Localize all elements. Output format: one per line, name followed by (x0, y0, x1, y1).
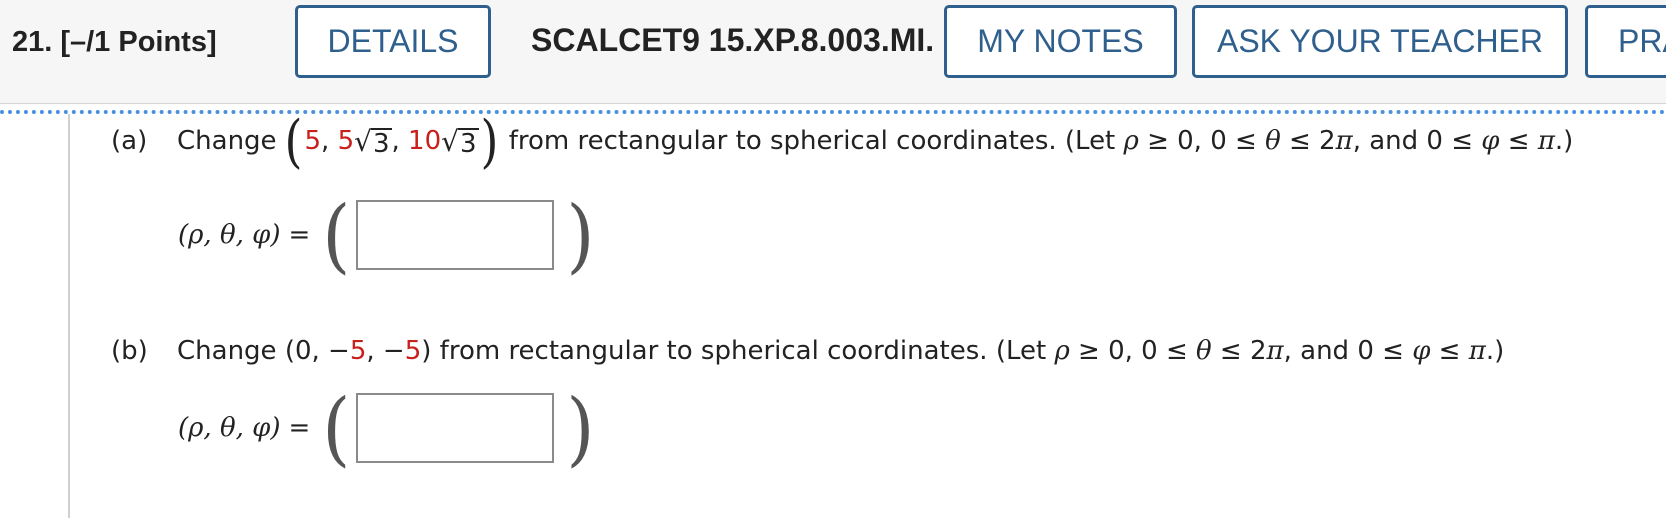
part-b-cond-4: ≤ (1438, 336, 1461, 366)
part-a-pi-2: π (1537, 126, 1555, 156)
points-label: [–/1 Points] (60, 26, 217, 58)
part-b-rho: ρ (1054, 336, 1070, 366)
part-b-y-value: 5 (349, 336, 367, 366)
part-b-answer-row: (ρ, θ, φ) = ( ) (178, 388, 594, 469)
part-b-pi-2: π (1468, 336, 1486, 366)
part-a-open-paren: ( (284, 107, 303, 175)
part-b-cond-3: , and 0 ≤ (1283, 336, 1404, 366)
part-b-open: (0, (284, 336, 320, 366)
part-b-minus-1: − (328, 336, 350, 366)
part-a-theta: θ (1265, 126, 1281, 156)
part-a-pi: π (1335, 126, 1353, 156)
part-b-answer-open-paren: ( (322, 380, 351, 476)
part-a-y-sqrt: √ 3 (354, 125, 392, 159)
part-a-instruction: from rectangular to spherical coordinate… (508, 126, 1116, 156)
part-b-phi: φ (1412, 336, 1431, 366)
part-a-answer-lhs: (ρ, θ, φ) (178, 220, 281, 250)
part-b-end: .) (1485, 336, 1505, 366)
practice-button[interactable]: PRA (1585, 5, 1666, 78)
part-a-y-sqrt-arg: 3 (370, 127, 392, 159)
part-b-cond-2: ≤ 2 (1219, 336, 1267, 366)
part-a-cond-2: ≤ 2 (1289, 126, 1336, 156)
ask-your-teacher-button[interactable]: ASK YOUR TEACHER (1192, 5, 1568, 78)
part-b-answer-input[interactable] (356, 393, 555, 463)
part-a-answer-open-paren: ( (322, 187, 351, 283)
part-a-z-sqrt: √ 3 (441, 125, 479, 159)
part-a-y-coef: 5 (337, 126, 355, 156)
part-a-change-word: Change (177, 126, 277, 156)
part-a-cond-3: , and 0 ≤ (1352, 126, 1473, 156)
part-a-z-sqrt-arg: 3 (457, 127, 479, 159)
ask-your-teacher-button-label: ASK YOUR TEACHER (1216, 23, 1543, 59)
my-notes-button-label: MY NOTES (977, 23, 1144, 59)
practice-button-label: PRA (1618, 23, 1666, 59)
part-b-prompt: (b) Change (0, −5, −5) from rectangular … (111, 336, 1504, 366)
dotted-divider (0, 110, 1666, 114)
question-left-rule (68, 114, 70, 518)
part-b-minus-2: − (382, 336, 405, 366)
question-header: 21. [–/1 Points] DETAILS SCALCET9 15.XP.8… (0, 0, 1666, 104)
part-b-cond-1: ≥ 0, 0 ≤ (1078, 336, 1188, 366)
details-button-label: DETAILS (327, 23, 459, 59)
details-button[interactable]: DETAILS (295, 5, 491, 78)
part-b-close: ) (421, 336, 432, 366)
part-a-label: (a) (111, 126, 148, 156)
part-a-phi: φ (1481, 126, 1500, 156)
part-a-answer-row: (ρ, θ, φ) = ( ) (178, 195, 594, 276)
question-number-text: 21. (12, 26, 53, 58)
part-a-close-paren: ) (480, 107, 499, 175)
part-b-theta: θ (1196, 336, 1212, 366)
part-b-label: (b) (111, 336, 148, 366)
my-notes-button[interactable]: MY NOTES (944, 5, 1177, 78)
question-number: 21. [–/1 Points] (12, 26, 217, 59)
part-b-equals: = (288, 413, 311, 443)
part-a-equals: = (288, 220, 311, 250)
part-a-end: .) (1554, 126, 1574, 156)
part-a-answer-close-paren: ) (566, 187, 595, 283)
part-a-z-coef: 10 (408, 126, 442, 156)
problem-code: SCALCET9 15.XP.8.003.MI. (531, 22, 935, 58)
part-a-sep-1: , (321, 126, 330, 156)
part-a-answer-input[interactable] (356, 200, 555, 270)
part-b-comma: , (366, 336, 375, 366)
part-a-sep-2: , (391, 126, 400, 156)
part-b-pi: π (1266, 336, 1284, 366)
part-b-z-value: 5 (404, 336, 422, 366)
part-b-answer-lhs: (ρ, θ, φ) (178, 413, 281, 443)
part-b-instruction: from rectangular to spherical coordinate… (439, 336, 1047, 366)
part-a-cond-1: ≥ 0, 0 ≤ (1147, 126, 1257, 156)
part-a-rho: ρ (1123, 126, 1139, 156)
part-a-cond-4: ≤ (1507, 126, 1530, 156)
part-a-prompt: (a) Change ( 5, 5 √ 3, 10 √ 3 ) from recta… (111, 112, 1574, 170)
part-b-change-word: Change (177, 336, 277, 366)
part-b-answer-close-paren: ) (566, 380, 595, 476)
part-a-x-value: 5 (304, 126, 322, 156)
